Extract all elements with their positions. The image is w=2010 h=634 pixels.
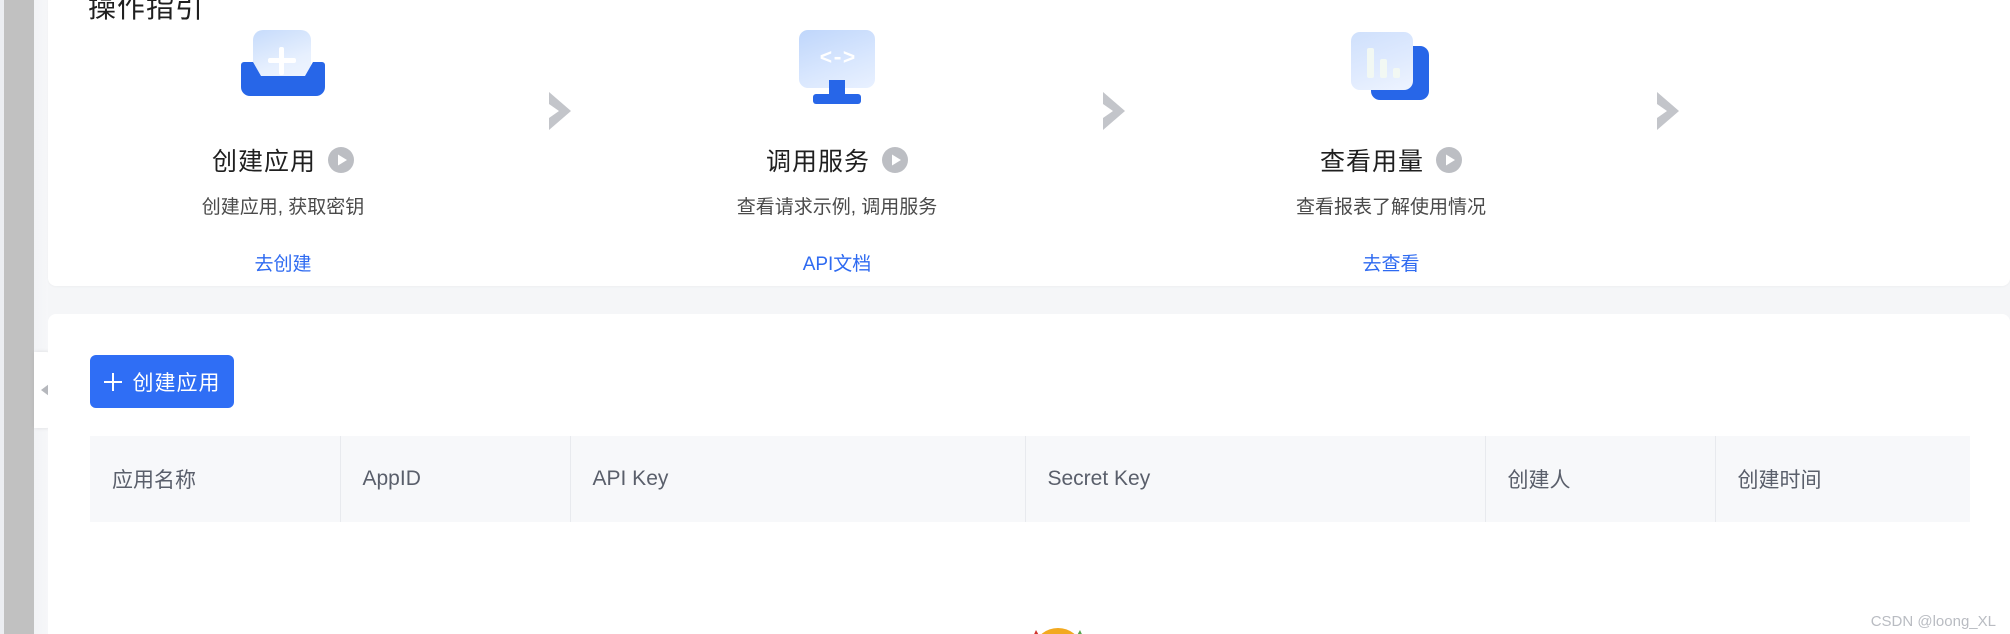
step-title: 调用服务 <box>765 148 870 176</box>
step-arrow-1 <box>518 22 602 132</box>
table-col-app-name: 应用名称 <box>90 436 341 522</box>
step-link-api-doc[interactable]: API文档 <box>803 249 872 276</box>
watermark: CSDN @loong_XL <box>1870 613 1996 630</box>
table-col-api-key: API Key <box>570 436 1026 522</box>
table-col-secret-key: Secret Key <box>1025 436 1486 522</box>
lemon-decoration-icon <box>1034 628 1082 634</box>
app-list-card: 创建应用 应用名称 AppID API Key Secret Key 创建人 创… <box>48 314 2010 634</box>
guide-step-view-usage: 查看用量 查看报表了解使用情况 去查看 <box>1156 22 1626 276</box>
table-col-creator: 创建人 <box>1485 436 1716 522</box>
play-icon[interactable] <box>882 147 908 173</box>
page-scrollbar[interactable] <box>4 0 34 634</box>
bar-chart-icon <box>1345 28 1437 114</box>
step-link-create[interactable]: 去创建 <box>254 249 311 276</box>
app-table: 应用名称 AppID API Key Secret Key 创建人 创建时间 <box>90 436 1970 522</box>
step-header: 调用服务 <box>766 142 908 178</box>
page-root: 操作指引 创建应用 创建应用, 获取密钥 去创建 <-> 调用服务 查看请求示例… <box>0 0 2010 634</box>
step-arrow-3 <box>1626 22 1710 132</box>
step-arrow-2 <box>1072 22 1156 132</box>
step-description: 创建应用, 获取密钥 <box>201 197 365 218</box>
create-app-button[interactable]: 创建应用 <box>90 355 234 408</box>
step-description: 查看请求示例, 调用服务 <box>736 197 938 218</box>
guide-step-call-service: <-> 调用服务 查看请求示例, 调用服务 API文档 <box>602 22 1072 276</box>
chevron-right-icon <box>1103 92 1125 130</box>
create-app-button-label: 创建应用 <box>132 371 221 395</box>
code-monitor-icon: <-> <box>791 28 883 114</box>
step-header: 创建应用 <box>212 142 354 178</box>
create-app-icon <box>237 28 329 114</box>
play-icon[interactable] <box>328 147 354 173</box>
guide-steps: 创建应用 创建应用, 获取密钥 去创建 <-> 调用服务 查看请求示例, 调用服… <box>48 22 2010 276</box>
guide-step-create-app: 创建应用 创建应用, 获取密钥 去创建 <box>48 22 518 276</box>
table-col-create-time: 创建时间 <box>1715 436 1970 522</box>
play-icon[interactable] <box>1436 147 1462 173</box>
step-title: 查看用量 <box>1319 148 1424 176</box>
step-link-view[interactable]: 去查看 <box>1362 249 1419 276</box>
table-col-appid: AppID <box>340 436 571 522</box>
table-header-row: 应用名称 AppID API Key Secret Key 创建人 创建时间 <box>90 436 1970 522</box>
step-description: 查看报表了解使用情况 <box>1295 197 1486 218</box>
chevron-right-icon <box>1657 92 1679 130</box>
step-header: 查看用量 <box>1320 142 1462 178</box>
guide-card: 操作指引 创建应用 创建应用, 获取密钥 去创建 <-> 调用服务 查看请求示例… <box>48 0 2010 286</box>
plus-icon <box>103 372 122 391</box>
step-title: 创建应用 <box>211 148 316 176</box>
chevron-right-icon <box>549 92 571 130</box>
